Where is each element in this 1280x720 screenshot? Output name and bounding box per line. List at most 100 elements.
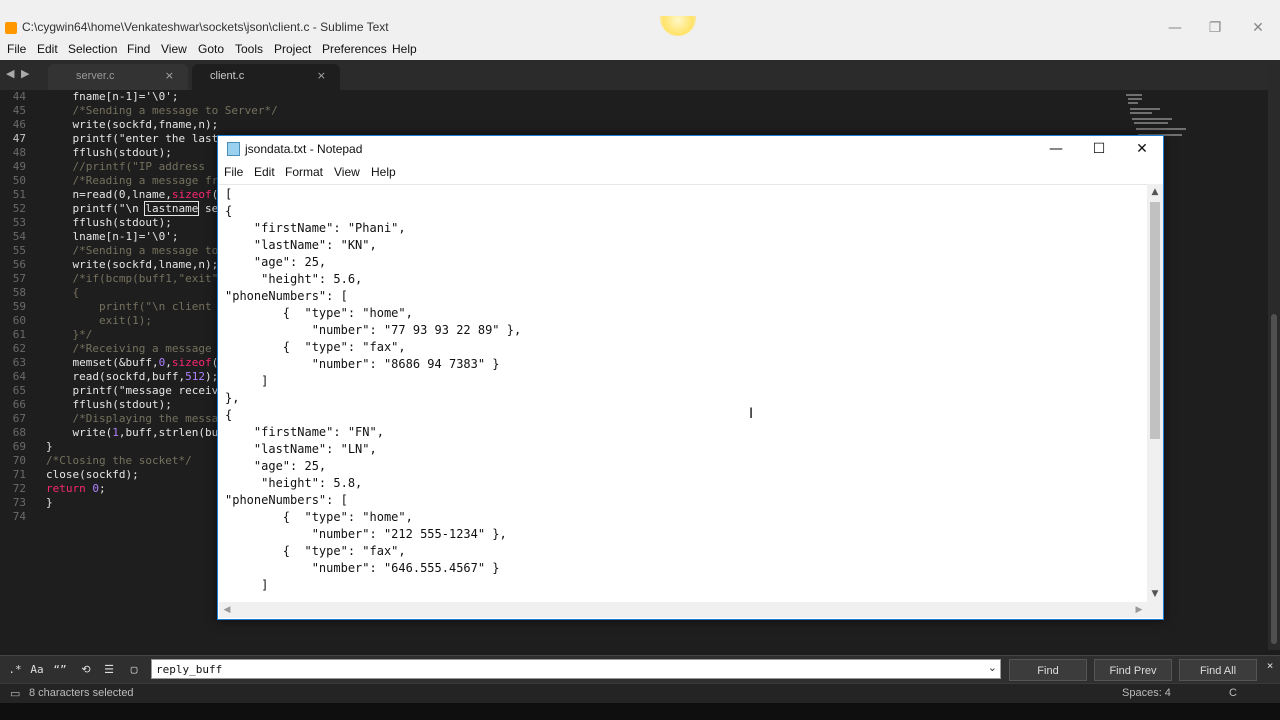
line-number: 73: [12, 496, 26, 509]
notepad-menu-view[interactable]: View: [334, 165, 360, 179]
text-line: "number": "646.555.4567" }: [225, 561, 500, 575]
code-number: 512: [185, 370, 205, 383]
in-selection-icon[interactable]: ☰: [99, 660, 119, 680]
code-line: close(sockfd);: [46, 468, 139, 481]
text-line: {: [225, 408, 233, 422]
find-panel-close-icon[interactable]: ×: [1260, 656, 1280, 676]
code-line: read(sockfd,buff,512);: [46, 370, 218, 383]
text-line: "number": "212 555-1234" },: [225, 527, 507, 541]
status-panel-icon[interactable]: ▭: [10, 687, 20, 700]
menu-edit[interactable]: Edit: [37, 42, 58, 56]
text-line: "age": 25,: [225, 255, 327, 269]
line-number: 45: [12, 104, 26, 117]
tab-next-icon[interactable]: ▶: [21, 67, 29, 80]
code-token: ;: [99, 482, 106, 495]
sublime-minimize-button[interactable]: —: [1160, 18, 1190, 38]
resize-grip[interactable]: [1147, 602, 1163, 618]
code-line: }: [46, 496, 53, 509]
code-line-comment: /*Reading a message fr: [46, 174, 219, 187]
editor-scrollbar[interactable]: [1268, 64, 1280, 650]
find-prev-button[interactable]: Find Prev: [1094, 659, 1172, 681]
sublime-maximize-button[interactable]: ❐: [1200, 18, 1230, 38]
notepad-minimize-button[interactable]: —: [1034, 136, 1078, 162]
tab-client-c[interactable]: client.c ×: [192, 64, 340, 90]
find-input[interactable]: [152, 660, 980, 678]
sublime-menu-bar: File Edit Selection Find View Goto Tools…: [0, 40, 1280, 61]
code-keyword: sizeof: [171, 188, 212, 201]
syntax-status[interactable]: C: [1229, 687, 1237, 699]
scroll-right-icon[interactable]: ▶: [1131, 602, 1147, 618]
line-number: 55: [12, 244, 26, 257]
menu-view[interactable]: View: [161, 42, 187, 56]
sublime-close-button[interactable]: ✕: [1243, 18, 1273, 38]
find-panel: .* Aa “” ⟲ ☰ ▢ ⌄ Find Find Prev Find All…: [0, 655, 1280, 683]
scroll-down-icon[interactable]: ▼: [1147, 586, 1163, 602]
notepad-menu-format[interactable]: Format: [285, 165, 323, 179]
menu-tools[interactable]: Tools: [235, 42, 263, 56]
menu-preferences[interactable]: Preferences: [322, 42, 387, 56]
code-line-comment: }*/: [46, 328, 93, 341]
menu-selection[interactable]: Selection: [68, 42, 117, 56]
scroll-up-icon[interactable]: ▲: [1147, 184, 1163, 200]
line-number: 63: [12, 356, 26, 369]
selection-status: 8 characters selected: [29, 687, 134, 699]
code-token: write(: [46, 426, 113, 439]
line-number: 49: [12, 160, 26, 173]
code-line-comment: /*Receiving a message: [46, 342, 212, 355]
status-bar: ▭ 8 characters selected Spaces: 4 C: [0, 683, 1280, 704]
notepad-window-title: jsondata.txt - Notepad: [245, 142, 363, 156]
text-line: "age": 25,: [225, 459, 327, 473]
notepad-menu-file[interactable]: File: [224, 165, 243, 179]
text-cursor-icon: I: [749, 406, 754, 422]
find-history-dropdown-icon[interactable]: ⌄: [988, 661, 997, 674]
code-keyword: sizeof: [171, 356, 212, 369]
notepad-horizontal-scrollbar[interactable]: ◀ ▶: [219, 602, 1147, 618]
scroll-left-icon[interactable]: ◀: [219, 602, 235, 618]
code-token: read(sockfd,buff,: [46, 370, 186, 383]
whole-word-toggle[interactable]: “”: [50, 660, 70, 680]
indentation-status[interactable]: Spaces: 4: [1122, 687, 1171, 699]
code-line-comment: /*if(bcmp(buff1,"exit": [46, 272, 219, 285]
notepad-title-bar[interactable]: jsondata.txt - Notepad — ☐ ✕: [218, 136, 1163, 162]
notepad-icon: [227, 142, 240, 156]
notepad-text-area[interactable]: [ { "firstName": "Phani", "lastName": "K…: [219, 184, 1147, 603]
menu-help[interactable]: Help: [392, 42, 417, 56]
notepad-menu-edit[interactable]: Edit: [254, 165, 275, 179]
notepad-scrollbar-thumb[interactable]: [1150, 202, 1160, 439]
code-token: memset(&buff,: [46, 356, 159, 369]
code-token: se: [198, 202, 219, 215]
tab-close-icon[interactable]: ×: [317, 69, 326, 82]
menu-project[interactable]: Project: [274, 42, 311, 56]
notepad-window[interactable]: jsondata.txt - Notepad — ☐ ✕ File Edit F…: [217, 135, 1164, 620]
sublime-title-bar: C:\cygwin64\home\Venkateshwar\sockets\js…: [0, 0, 1280, 40]
notepad-close-button[interactable]: ✕: [1120, 136, 1164, 162]
line-number: 48: [12, 146, 26, 159]
menu-file[interactable]: File: [7, 42, 26, 56]
highlight-matches-icon[interactable]: ▢: [124, 660, 144, 680]
notepad-menu-help[interactable]: Help: [371, 165, 396, 179]
menu-goto[interactable]: Goto: [198, 42, 224, 56]
tab-close-icon[interactable]: ×: [165, 69, 174, 82]
tab-server-c[interactable]: server.c ×: [48, 64, 188, 90]
notepad-menu-bar: File Edit Format View Help: [218, 162, 1163, 182]
tab-prev-icon[interactable]: ◀: [6, 67, 14, 80]
line-number: 66: [12, 398, 26, 411]
find-input-box[interactable]: ⌄: [151, 659, 1001, 679]
editor-scrollbar-thumb[interactable]: [1271, 314, 1277, 644]
case-sensitive-toggle[interactable]: Aa: [27, 660, 47, 680]
sublime-tab-bar: ◀ ▶ server.c × client.c ×: [0, 60, 1280, 90]
code-line: }: [46, 440, 53, 453]
notepad-maximize-button[interactable]: ☐: [1077, 136, 1121, 162]
regex-toggle[interactable]: .*: [5, 660, 25, 680]
menu-find[interactable]: Find: [127, 42, 150, 56]
line-number: 67: [12, 412, 26, 425]
find-all-button[interactable]: Find All: [1179, 659, 1257, 681]
text-line: ]: [225, 374, 269, 388]
code-line: write(sockfd,lname,n);: [46, 258, 219, 271]
find-button[interactable]: Find: [1009, 659, 1087, 681]
text-line: "lastName": "LN",: [225, 442, 377, 456]
wrap-icon[interactable]: ⟲: [76, 660, 96, 680]
notepad-vertical-scrollbar[interactable]: ▲ ▼: [1147, 184, 1163, 602]
text-line: { "type": "fax",: [225, 544, 406, 558]
text-line: ]: [225, 578, 269, 592]
